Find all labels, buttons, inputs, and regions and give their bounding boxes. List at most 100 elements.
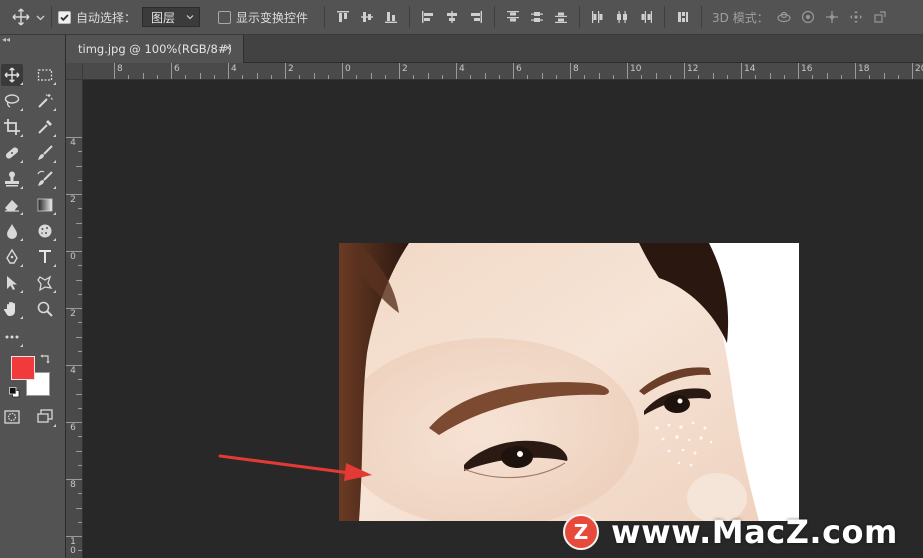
auto-select-label: 自动选择： <box>76 10 137 25</box>
ruler-label: 4 <box>459 64 465 74</box>
ruler-tick <box>726 75 728 79</box>
align-right-edges-icon[interactable] <box>467 8 485 26</box>
ruler-tick <box>470 75 472 79</box>
move-tool-preset-icon[interactable] <box>12 8 30 26</box>
ruler-label: 20 <box>915 64 923 74</box>
gradient-tool[interactable] <box>34 194 56 216</box>
ruler-label: 10 <box>630 64 642 74</box>
ruler-tick <box>598 73 600 79</box>
sponge-tool[interactable] <box>34 220 56 242</box>
ruler-label: 8 <box>573 64 579 74</box>
foreground-color-swatch[interactable] <box>11 356 35 380</box>
eraser-tool[interactable] <box>1 194 23 216</box>
ruler-tick <box>78 236 82 238</box>
move-tool[interactable] <box>1 64 23 86</box>
3d-orbit-icon[interactable] <box>775 8 793 26</box>
ruler-tick <box>78 436 82 438</box>
3d-slide-icon[interactable] <box>847 8 865 26</box>
ruler-tick <box>327 75 329 79</box>
pen-tool[interactable] <box>1 246 23 268</box>
horizontal-ruler[interactable]: 864202468101214161820 <box>83 63 923 80</box>
align-left-edges-icon[interactable] <box>419 8 437 26</box>
distribute-left-edges-icon[interactable] <box>589 8 607 26</box>
brush-tool[interactable] <box>34 142 56 164</box>
ruler-tick <box>783 75 785 79</box>
ruler-label: 4 <box>231 64 237 74</box>
separator <box>494 6 496 28</box>
separator <box>664 6 666 28</box>
history-brush-tool[interactable] <box>34 168 56 190</box>
document-tab[interactable]: timg.jpg @ 100%(RGB/8#) × <box>66 35 244 63</box>
ruler-label: 2 <box>70 309 76 319</box>
marquee-tool[interactable] <box>34 64 56 86</box>
crop-icon <box>4 119 20 135</box>
ruler-label: 4 <box>70 366 76 376</box>
default-colors-icon[interactable] <box>9 387 20 398</box>
type-tool[interactable] <box>34 246 56 268</box>
3d-roll-icon[interactable] <box>799 8 817 26</box>
ruler-tick <box>741 63 742 79</box>
ruler-tick <box>812 75 814 79</box>
separator <box>579 6 581 28</box>
ruler-tick <box>242 75 244 79</box>
quick-mask-button[interactable] <box>1 406 23 428</box>
align-horizontal-centers-icon[interactable] <box>443 8 461 26</box>
custom-shape-tool[interactable] <box>34 272 56 294</box>
chevron-down-icon <box>186 15 194 20</box>
quick-mask-icon <box>4 410 20 424</box>
edit-toolbar-button[interactable] <box>1 326 23 348</box>
auto-select-checkbox[interactable] <box>58 10 71 24</box>
clone-stamp-tool[interactable] <box>1 168 23 190</box>
distribute-bottom-edges-icon[interactable] <box>552 8 570 26</box>
auto-align-layers-icon[interactable] <box>674 8 692 26</box>
ruler-tick <box>541 73 543 79</box>
ruler-tick <box>313 73 315 79</box>
vertical-ruler[interactable]: 4 2 0 2 4 6 8 1 0 <box>66 80 83 558</box>
align-bottom-edges-icon[interactable] <box>382 8 400 26</box>
watermark: Z www.MacZ.com <box>563 509 898 555</box>
watermark-text: www.MacZ.com <box>611 513 898 551</box>
ruler-tick <box>384 75 386 79</box>
ruler-tick <box>78 179 82 181</box>
lasso-tool[interactable] <box>1 90 23 112</box>
show-transform-controls-checkbox[interactable] <box>218 10 232 24</box>
chevron-down-icon[interactable] <box>36 13 45 22</box>
options-bar: 自动选择： 图层 显示变换控件 3D 模式： <box>0 0 923 35</box>
distribute-horizontal-centers-icon[interactable] <box>613 8 631 26</box>
eyedropper-tool[interactable] <box>34 116 56 138</box>
3d-scale-icon[interactable] <box>871 8 889 26</box>
crop-tool[interactable] <box>1 116 23 138</box>
path-selection-tool[interactable] <box>1 272 23 294</box>
ruler-label: 16 <box>801 64 813 74</box>
swap-colors-icon[interactable] <box>40 353 52 365</box>
ruler-tick <box>798 63 799 79</box>
panel-collapse-grip[interactable]: ◂◂ <box>0 35 66 45</box>
ruler-tick <box>285 63 286 79</box>
close-icon[interactable]: × <box>222 42 234 54</box>
blur-tool[interactable] <box>1 220 23 242</box>
portrait-photo <box>339 243 799 521</box>
ruler-tick <box>897 75 899 79</box>
distribute-right-edges-icon[interactable] <box>637 8 655 26</box>
canvas-image[interactable] <box>339 243 799 521</box>
ruler-tick <box>655 73 657 79</box>
auto-select-target-dropdown[interactable]: 图层 <box>142 7 201 27</box>
align-top-edges-icon[interactable] <box>334 8 352 26</box>
align-vertical-centers-icon[interactable] <box>358 8 376 26</box>
ruler-tick <box>78 521 82 523</box>
magic-wand-tool[interactable] <box>34 90 56 112</box>
show-transform-controls-label: 显示变换控件 <box>236 10 309 25</box>
document-tab-bar: timg.jpg @ 100%(RGB/8#) × <box>66 35 923 63</box>
hand-tool[interactable] <box>1 298 23 320</box>
healing-brush-tool[interactable] <box>1 142 23 164</box>
ruler-tick <box>156 75 158 79</box>
3d-pan-icon[interactable] <box>823 8 841 26</box>
screen-mode-button[interactable] <box>34 406 56 428</box>
zoom-tool[interactable] <box>34 298 56 320</box>
ruler-tick <box>76 336 82 338</box>
ruler-tick <box>912 63 913 79</box>
ruler-tick <box>78 350 82 352</box>
distribute-vertical-centers-icon[interactable] <box>528 8 546 26</box>
distribute-top-edges-icon[interactable] <box>504 8 522 26</box>
ruler-origin[interactable] <box>66 63 83 80</box>
